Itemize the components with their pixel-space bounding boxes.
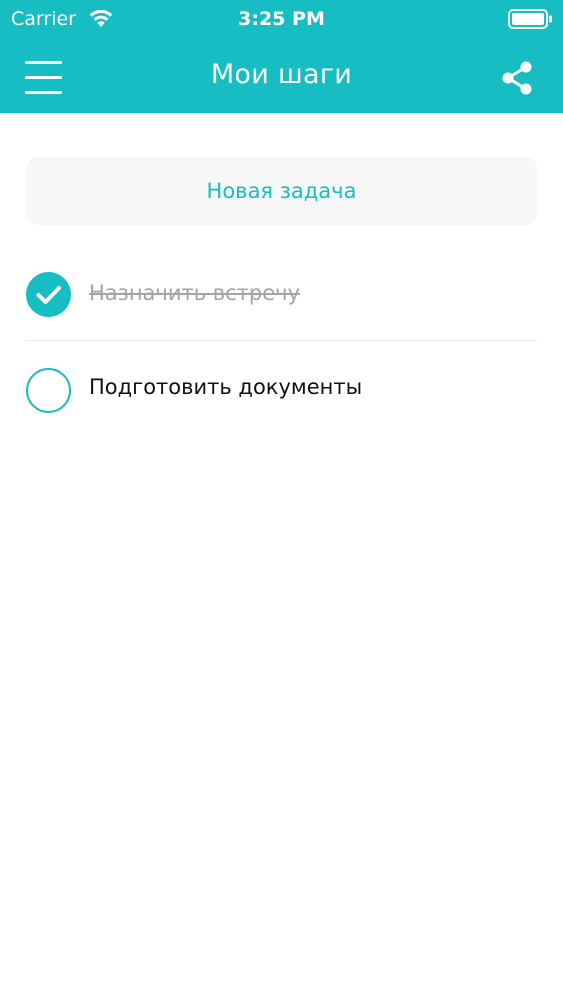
battery-full-icon xyxy=(508,9,552,29)
header: Carrier 3:25 PM Мои шаги xyxy=(0,0,563,113)
checkmark-icon xyxy=(36,286,61,304)
task-checkbox-unchecked[interactable] xyxy=(26,368,71,413)
task-list: Назначить встречу Подготовить документы xyxy=(0,246,563,413)
page-title: Мои шаги xyxy=(210,59,353,90)
screen: Carrier 3:25 PM Мои шаги Новая задача На… xyxy=(0,0,563,1000)
status-bar: Carrier 3:25 PM xyxy=(0,0,563,40)
task-label: Назначить встречу xyxy=(89,281,301,305)
task-label: Подготовить документы xyxy=(89,375,363,399)
status-time: 3:25 PM xyxy=(238,8,325,30)
task-item-completed[interactable]: Назначить встречу xyxy=(26,246,537,341)
task-item[interactable]: Подготовить документы xyxy=(0,246,563,413)
task-checkbox-checked[interactable] xyxy=(26,272,71,317)
new-task-button[interactable]: Новая задача xyxy=(26,157,537,225)
nav-bar: Мои шаги xyxy=(0,40,563,113)
share-icon[interactable] xyxy=(500,60,534,96)
